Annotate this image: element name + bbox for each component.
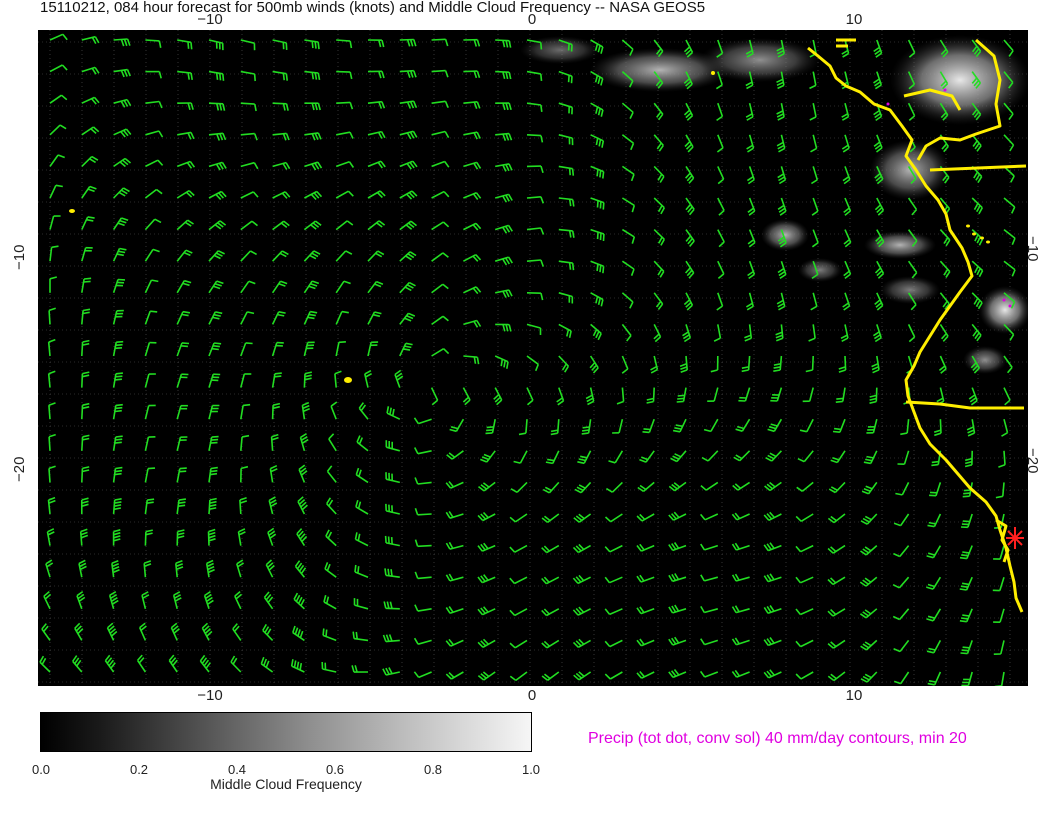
colorbar-tick: 0.0 xyxy=(31,762,51,777)
y-tick-left: −20 xyxy=(11,456,28,482)
map-background xyxy=(38,30,1028,686)
precip-dot xyxy=(1002,298,1006,302)
x-tick-bottom: −10 xyxy=(197,687,223,704)
x-tick-top: 0 xyxy=(527,11,537,28)
cloud-patch xyxy=(890,35,1028,125)
island-dot xyxy=(711,71,715,75)
cloud-patch xyxy=(880,276,940,304)
colorbar-tick: 1.0 xyxy=(521,762,541,777)
island-dot xyxy=(986,240,990,244)
colorbar-label: Middle Cloud Frequency xyxy=(210,776,362,792)
island-dot xyxy=(972,232,976,236)
red-asterisk-icon xyxy=(1006,527,1024,549)
cloud-patch xyxy=(761,219,809,251)
y-tick-left: −10 xyxy=(11,244,28,270)
cloud-patch xyxy=(700,38,820,82)
x-tick-top: 10 xyxy=(845,11,863,28)
x-tick-bottom: 0 xyxy=(527,687,537,704)
y-tick-right: −20 xyxy=(1024,448,1041,474)
island-dot xyxy=(69,209,75,213)
precip-dot xyxy=(943,88,947,92)
island-dot xyxy=(344,377,352,383)
colorbar-tick: 0.6 xyxy=(325,762,345,777)
colorbar-tick: 0.4 xyxy=(227,762,247,777)
precip-dot xyxy=(886,102,890,106)
island-dot xyxy=(966,224,970,228)
island-dot xyxy=(980,236,984,240)
x-tick-bottom: 10 xyxy=(845,687,863,704)
cloud-patch xyxy=(864,231,936,259)
colorbar-tick: 0.8 xyxy=(423,762,443,777)
colorbar xyxy=(40,712,532,752)
precip-legend-label: Precip (tot dot, conv sol) 40 mm/day con… xyxy=(588,730,967,747)
precip-dot xyxy=(1008,304,1012,308)
cloud-patch xyxy=(798,258,842,282)
x-tick-top: −10 xyxy=(197,11,223,28)
y-tick-right: −10 xyxy=(1024,236,1041,262)
cloud-patch xyxy=(963,346,1007,374)
colorbar-tick: 0.2 xyxy=(129,762,149,777)
